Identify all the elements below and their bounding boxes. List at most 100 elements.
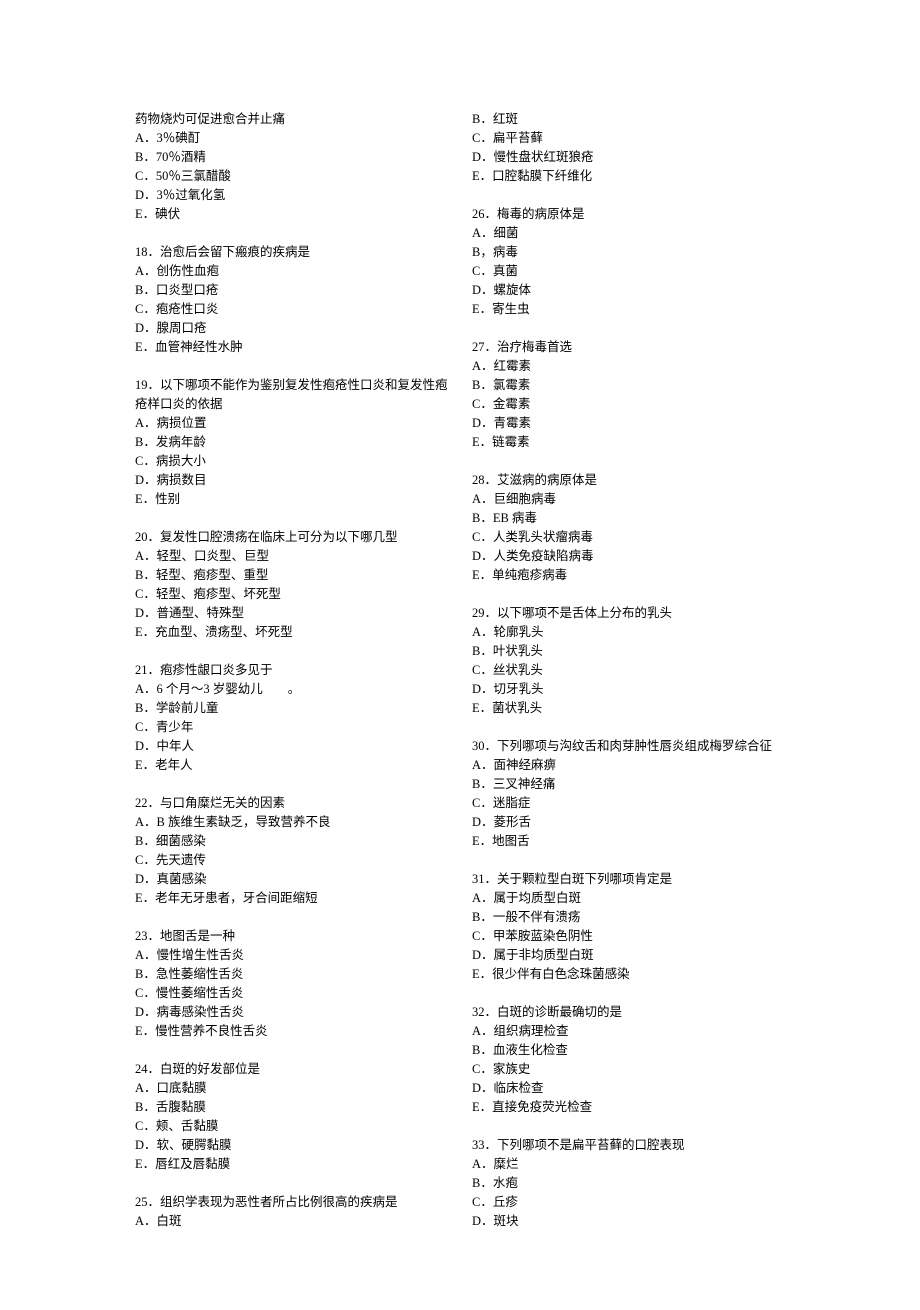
- question-option: D．青霉素: [472, 414, 785, 433]
- question-option: A．巨细胞病毒: [472, 490, 785, 509]
- question-option: D．病损数目: [135, 471, 448, 490]
- question-option: E．单纯疱疹病毒: [472, 566, 785, 585]
- question-stem: 18．治愈后会留下瘢痕的疾病是: [135, 243, 448, 262]
- question-option: C．人类乳头状瘤病毒: [472, 528, 785, 547]
- question-option: E．菌状乳头: [472, 699, 785, 718]
- question-block: 31．关于颗粒型白斑下列哪项肯定是A．属于均质型白斑B．一般不伴有溃疡C．甲苯胺…: [472, 870, 785, 984]
- question-option: E．很少伴有白色念珠菌感染: [472, 965, 785, 984]
- question-option: D．中年人: [135, 737, 448, 756]
- question-option: A．轮廓乳头: [472, 623, 785, 642]
- question-option: E．直接免疫荧光检查: [472, 1098, 785, 1117]
- question-block: 26．梅毒的病原体是A．细菌B，病毒C．真菌D．螺旋体E．寄生虫: [472, 205, 785, 319]
- question-option: C．扁平苔藓: [472, 129, 785, 148]
- question-option: B．三叉神经痛: [472, 775, 785, 794]
- question-option: E．唇红及唇黏膜: [135, 1155, 448, 1174]
- question-option: D．临床检查: [472, 1079, 785, 1098]
- question-stem: 30．下列哪项与沟纹舌和肉芽肿性唇炎组成梅罗综合征: [472, 737, 785, 756]
- question-stem: 33．下列哪项不是扁平苔藓的口腔表现: [472, 1136, 785, 1155]
- question-block: 32．白斑的诊断最确切的是A．组织病理检查B．血液生化检查C．家族史D．临床检查…: [472, 1003, 785, 1117]
- question-option: A．面神经麻痹: [472, 756, 785, 775]
- question-block: 23．地图舌是一种A．慢性增生性舌炎B．急性萎缩性舌炎C．慢性萎缩性舌炎D．病毒…: [135, 927, 448, 1041]
- question-option: A．创伤性血疱: [135, 262, 448, 281]
- question-option: A．糜烂: [472, 1155, 785, 1174]
- question-option: E．地图舌: [472, 832, 785, 851]
- question-option: D．人类免疫缺陷病毒: [472, 547, 785, 566]
- question-option: D．斑块: [472, 1212, 785, 1231]
- question-option: A．3％碘酊: [135, 129, 448, 148]
- question-option: D．腺周口疮: [135, 319, 448, 338]
- question-block: 18．治愈后会留下瘢痕的疾病是A．创伤性血疱B．口炎型口疮C．疱疮性口炎D．腺周…: [135, 243, 448, 357]
- question-option: A．红霉素: [472, 357, 785, 376]
- question-option: E．寄生虫: [472, 300, 785, 319]
- question-option: B．发病年龄: [135, 433, 448, 452]
- question-option: C．慢性萎缩性舌炎: [135, 984, 448, 1003]
- question-stem: 25．组织学表现为恶性者所占比例很高的疾病是: [135, 1193, 448, 1212]
- question-option: C．颊、舌黏膜: [135, 1117, 448, 1136]
- question-block: 25．组织学表现为恶性者所占比例很高的疾病是A．白斑: [135, 1193, 448, 1231]
- question-option: E．老年无牙患者，牙合间距缩短: [135, 889, 448, 908]
- question-option: C．先天遗传: [135, 851, 448, 870]
- question-stem: 32．白斑的诊断最确切的是: [472, 1003, 785, 1022]
- question-option: C．轻型、疱疹型、坏死型: [135, 585, 448, 604]
- question-option: B．血液生化检查: [472, 1041, 785, 1060]
- question-stem: 20．复发性口腔溃疡在临床上可分为以下哪几型: [135, 528, 448, 547]
- question-block: 22．与口角糜烂无关的因素A．B 族维生素缺乏，导致营养不良B．细菌感染C．先天…: [135, 794, 448, 908]
- question-option: D．切牙乳头: [472, 680, 785, 699]
- question-stem: 23．地图舌是一种: [135, 927, 448, 946]
- question-option: D．软、硬腭黏膜: [135, 1136, 448, 1155]
- question-block: 21．疱疹性龈口炎多见于A．6 个月～3 岁婴幼儿 。B．学龄前儿童C．青少年D…: [135, 661, 448, 775]
- question-option: A．轻型、口炎型、巨型: [135, 547, 448, 566]
- question-option: B．水疱: [472, 1174, 785, 1193]
- question-stem: 22．与口角糜烂无关的因素: [135, 794, 448, 813]
- question-block: 24．白斑的好发部位是A．口底黏膜B．舌腹黏膜C．颊、舌黏膜D．软、硬腭黏膜E．…: [135, 1060, 448, 1174]
- question-option: A．细菌: [472, 224, 785, 243]
- question-option: C．病损大小: [135, 452, 448, 471]
- document-page: 药物烧灼可促进愈合并止痛A．3％碘酊B．70％酒精C．50％三氯醋酸D．3％过氧…: [0, 0, 920, 1310]
- question-option: C．50％三氯醋酸: [135, 167, 448, 186]
- question-block: 27．治疗梅毒首选A．红霉素B．氯霉素C．金霉素D．青霉素E．链霉素: [472, 338, 785, 452]
- question-option: B．70％酒精: [135, 148, 448, 167]
- question-stem: 28．艾滋病的病原体是: [472, 471, 785, 490]
- question-option: D．属于非均质型白斑: [472, 946, 785, 965]
- question-option: B，病毒: [472, 243, 785, 262]
- question-block: 28．艾滋病的病原体是A．巨细胞病毒B．EB 病毒C．人类乳头状瘤病毒D．人类免…: [472, 471, 785, 585]
- question-option: A．慢性增生性舌炎: [135, 946, 448, 965]
- question-option: D．慢性盘状红斑狼疮: [472, 148, 785, 167]
- question-block: 30．下列哪项与沟纹舌和肉芽肿性唇炎组成梅罗综合征A．面神经麻痹B．三叉神经痛C…: [472, 737, 785, 851]
- question-option: A．病损位置: [135, 414, 448, 433]
- question-option: D．真菌感染: [135, 870, 448, 889]
- question-option: C．真菌: [472, 262, 785, 281]
- question-option: C．迷脂症: [472, 794, 785, 813]
- right-column: B．红斑C．扁平苔藓D．慢性盘状红斑狼疮E．口腔黏膜下纤维化 26．梅毒的病原体是…: [472, 110, 785, 1250]
- question-option: A．组织病理检查: [472, 1022, 785, 1041]
- question-block: B．红斑C．扁平苔藓D．慢性盘状红斑狼疮E．口腔黏膜下纤维化: [472, 110, 785, 186]
- question-option: E．性别: [135, 490, 448, 509]
- question-stem: 26．梅毒的病原体是: [472, 205, 785, 224]
- question-option: B．红斑: [472, 110, 785, 129]
- question-option: B．氯霉素: [472, 376, 785, 395]
- question-option: C．丘疹: [472, 1193, 785, 1212]
- question-option: D．病毒感染性舌炎: [135, 1003, 448, 1022]
- question-option: B．口炎型口疮: [135, 281, 448, 300]
- question-option: B．轻型、疱疹型、重型: [135, 566, 448, 585]
- question-option: D．菱形舌: [472, 813, 785, 832]
- question-option: D．螺旋体: [472, 281, 785, 300]
- question-option: A．白斑: [135, 1212, 448, 1231]
- question-option: E．碘伏: [135, 205, 448, 224]
- question-stem: 24．白斑的好发部位是: [135, 1060, 448, 1079]
- question-option: C．家族史: [472, 1060, 785, 1079]
- question-option: E．血管神经性水肿: [135, 338, 448, 357]
- question-option: E．链霉素: [472, 433, 785, 452]
- question-option: C．疱疮性口炎: [135, 300, 448, 319]
- question-option: B．急性萎缩性舌炎: [135, 965, 448, 984]
- question-option: B．舌腹黏膜: [135, 1098, 448, 1117]
- question-block: 20．复发性口腔溃疡在临床上可分为以下哪几型A．轻型、口炎型、巨型B．轻型、疱疹…: [135, 528, 448, 642]
- question-option: C．丝状乳头: [472, 661, 785, 680]
- question-stem: 药物烧灼可促进愈合并止痛: [135, 110, 448, 129]
- question-option: B．一般不伴有溃疡: [472, 908, 785, 927]
- question-stem: 21．疱疹性龈口炎多见于: [135, 661, 448, 680]
- question-option: B．学龄前儿童: [135, 699, 448, 718]
- question-block: 33．下列哪项不是扁平苔藓的口腔表现A．糜烂B．水疱C．丘疹D．斑块: [472, 1136, 785, 1231]
- question-block: 19．以下哪项不能作为鉴别复发性疱疮性口炎和复发性疱疮样口炎的依据A．病损位置B…: [135, 376, 448, 509]
- question-option: B．叶状乳头: [472, 642, 785, 661]
